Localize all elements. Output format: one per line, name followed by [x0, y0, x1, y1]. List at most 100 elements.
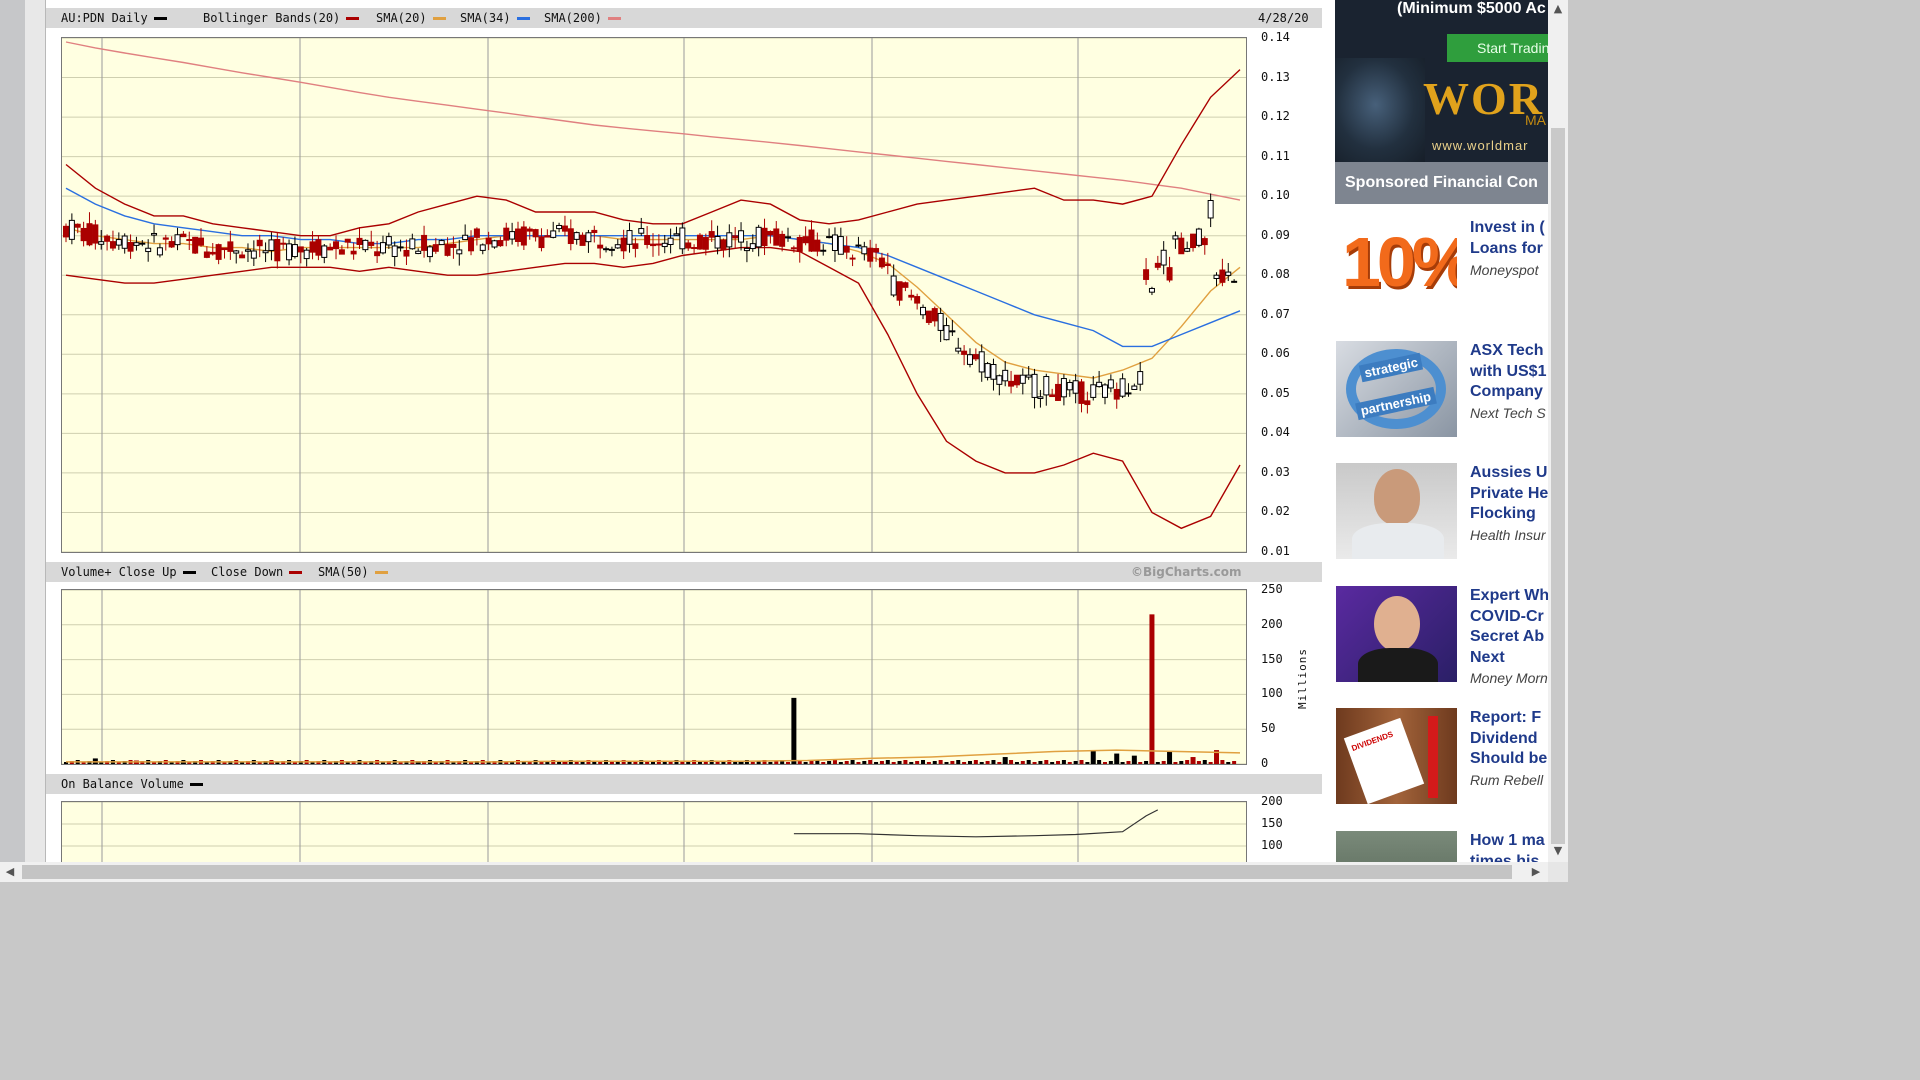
candlestick	[597, 244, 604, 249]
candlestick	[696, 234, 703, 250]
price-plot[interactable]	[61, 37, 1247, 553]
start-trading-button[interactable]: Start Tradin	[1447, 34, 1548, 62]
red-pen-image	[1428, 716, 1438, 798]
volume-bar	[1026, 760, 1031, 764]
candlestick	[1160, 249, 1167, 266]
candlestick	[884, 263, 891, 267]
candlestick	[814, 239, 821, 252]
story-item[interactable]: How 1 ma times his	[1335, 831, 1548, 862]
candlestick	[708, 231, 715, 238]
story-item[interactable]: 10% Invest in ( Loans for Moneyspot	[1335, 218, 1548, 318]
candlestick	[291, 244, 298, 258]
candlestick	[256, 239, 263, 247]
story-item[interactable]: Aussies U Private He Flocking Health Ins…	[1335, 463, 1548, 563]
candlestick	[286, 243, 293, 261]
candlestick	[802, 236, 809, 244]
candlestick	[790, 247, 797, 250]
story-item[interactable]: Expert Wh COVID-Cr Secret Ab Next Money …	[1335, 586, 1548, 686]
volume-bar	[1044, 760, 1049, 764]
candlestick	[761, 227, 768, 247]
y-tick-label: 0.10	[1261, 188, 1290, 203]
candlestick	[421, 234, 428, 251]
story-thumbnail[interactable]	[1336, 463, 1457, 559]
scroll-up-icon[interactable]: ▲	[1548, 0, 1568, 18]
candlestick	[1090, 384, 1097, 398]
candlestick	[785, 236, 792, 239]
story-thumbnail[interactable]: 10%	[1336, 218, 1457, 314]
story-title[interactable]: ASX Tech with US$1 Company	[1470, 341, 1548, 403]
candlestick	[949, 330, 956, 333]
volume-bar	[750, 762, 755, 764]
candlestick	[920, 306, 927, 316]
volume-bar	[821, 762, 826, 764]
ad-logo-sub: MA	[1525, 112, 1546, 128]
story-title[interactable]: Expert Wh COVID-Cr Secret Ab Next	[1470, 586, 1548, 668]
story-thumbnail[interactable]	[1336, 831, 1457, 862]
y-tick-label: 150	[1261, 651, 1283, 666]
man-shirt-image	[1352, 523, 1444, 559]
candlestick	[497, 240, 504, 247]
scroll-right-icon[interactable]: ▶	[1526, 862, 1546, 882]
story-thumbnail[interactable]	[1336, 586, 1457, 682]
candlestick	[650, 243, 656, 247]
series-line	[65, 41, 1241, 201]
vertical-scrollbar[interactable]: ▲ ▼	[1548, 0, 1568, 862]
volume-bar	[1061, 760, 1066, 764]
story-item[interactable]: DIVIDENDS Report: F Dividend Should be R…	[1335, 708, 1548, 808]
candlestick	[755, 226, 762, 248]
candlestick	[1072, 380, 1079, 394]
story-title[interactable]: Aussies U Private He Flocking	[1470, 463, 1548, 525]
scroll-left-icon[interactable]: ◀	[0, 862, 20, 882]
volume-unit-label: Millions	[1296, 648, 1309, 709]
y-tick-label: 0.02	[1261, 504, 1290, 519]
story-title[interactable]: Report: F Dividend Should be	[1470, 708, 1548, 770]
scroll-down-icon[interactable]: ▼	[1548, 842, 1568, 860]
candlestick	[1137, 371, 1144, 385]
copyright-text: ©BigCharts.com	[1131, 565, 1242, 579]
dividend-note-image: DIVIDENDS	[1343, 717, 1425, 804]
candlestick	[403, 249, 410, 257]
volume-bar	[1161, 761, 1166, 764]
obv-line	[793, 809, 1159, 838]
volume-panel-header: Volume+ Close Up Close Down SMA(50) ©Big…	[46, 562, 1323, 582]
story-thumbnail[interactable]: DIVIDENDS	[1336, 708, 1457, 804]
vertical-scroll-thumb[interactable]	[1551, 128, 1565, 844]
candlestick	[327, 246, 334, 251]
candlestick	[1055, 383, 1062, 401]
candlestick	[115, 239, 122, 246]
volume-bar	[1120, 762, 1125, 764]
volume-bar	[944, 762, 949, 764]
candlestick	[1037, 396, 1044, 399]
horizontal-scroll-thumb[interactable]	[22, 865, 1512, 879]
horizontal-scrollbar[interactable]: ◀ ▶	[0, 862, 1548, 882]
price-panel-header: AU:PDN Daily Bollinger Bands(20) SMA(20)…	[46, 8, 1323, 28]
candlestick	[931, 308, 938, 322]
volume-bar	[903, 760, 908, 764]
volume-plot[interactable]	[61, 589, 1247, 765]
candlestick	[1231, 280, 1238, 283]
y-tick-label: 0.03	[1261, 464, 1290, 479]
story-title[interactable]: How 1 ma times his	[1470, 831, 1548, 862]
candlestick	[831, 234, 838, 252]
candlestick	[274, 239, 281, 262]
sponsored-sidebar: (Minimum $5000 Ac Start Tradin WOR MA ww…	[1322, 0, 1548, 862]
candlestick	[579, 234, 586, 246]
story-item[interactable]: strategic partnership ASX Tech with US$1…	[1335, 341, 1548, 441]
candlestick	[638, 228, 645, 234]
volume-bar	[1108, 761, 1113, 764]
story-thumbnail[interactable]: strategic partnership	[1336, 341, 1457, 437]
story-title[interactable]: Invest in ( Loans for	[1470, 218, 1548, 259]
candlestick	[673, 233, 680, 236]
candlestick	[996, 375, 1003, 385]
volume-bar	[1144, 761, 1149, 764]
volume-bar	[885, 760, 890, 764]
ad-url[interactable]: www.worldmar	[1432, 138, 1529, 153]
candlestick	[855, 244, 862, 247]
candlestick	[409, 238, 416, 250]
volume-bar	[1050, 762, 1055, 764]
candlestick	[109, 241, 116, 249]
candlestick	[1172, 235, 1179, 240]
trading-ad-banner[interactable]: (Minimum $5000 Ac Start Tradin WOR MA ww…	[1335, 0, 1548, 162]
candlestick	[1225, 271, 1232, 276]
candlestick	[432, 244, 439, 252]
